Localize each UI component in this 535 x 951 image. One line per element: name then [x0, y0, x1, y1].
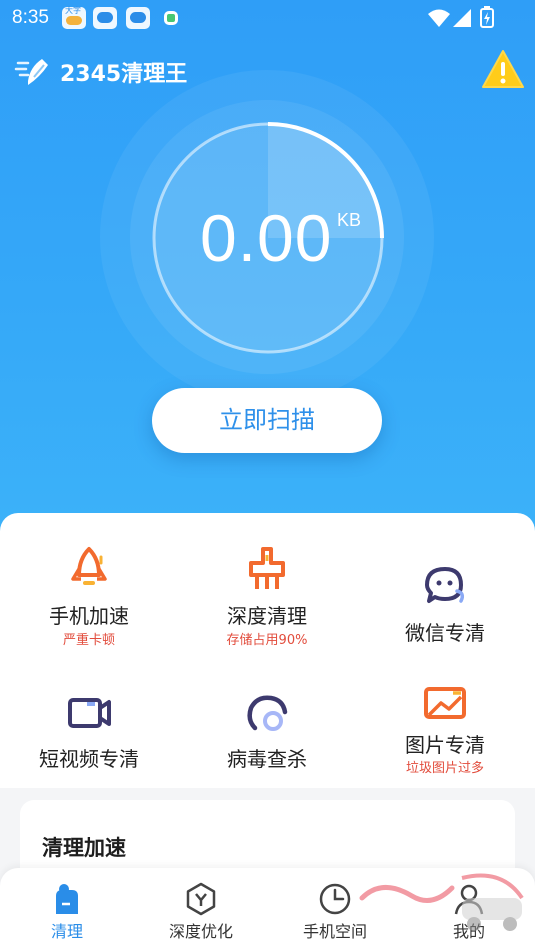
feature-short-video-clean[interactable]: 短视频专清	[0, 663, 178, 788]
tab-label: 深度优化	[168, 922, 233, 941]
cloud-app-icon	[93, 7, 117, 29]
feature-phone-speedup[interactable]: 手机加速 严重卡顿	[0, 513, 178, 663]
scan-now-button[interactable]: 立即扫描	[152, 388, 382, 453]
image-icon	[424, 687, 466, 719]
wifi-icon	[428, 9, 450, 27]
feature-image-clean[interactable]: 图片专清 垃圾图片过多	[356, 663, 534, 788]
scan-size-value: 0.00	[200, 201, 333, 275]
feature-virus-scan[interactable]: 病毒查杀	[178, 663, 356, 788]
feature-status: 严重卡顿	[62, 633, 115, 648]
wechat-icon	[425, 567, 465, 603]
section-title: 清理加速	[42, 836, 126, 860]
tab-deep-optimize[interactable]: 深度优化	[134, 880, 268, 946]
feature-name: 图片专清	[405, 733, 485, 757]
notification-icon	[164, 11, 178, 25]
feature-wechat-clean[interactable]: 微信专清	[356, 513, 534, 663]
broom-icon	[14, 59, 48, 85]
app-header: 2345清理王	[14, 54, 187, 90]
feature-name: 短视频专清	[39, 747, 139, 771]
weather-badge-text: 大字	[65, 6, 81, 15]
feature-status: 存储占用90%	[226, 633, 308, 648]
feature-deep-clean[interactable]: 深度清理 存储占用90%	[178, 513, 356, 663]
cloud-app-icon	[126, 7, 150, 29]
weather-icon: 大字	[62, 6, 86, 29]
video-icon	[68, 698, 111, 728]
virus-shield-icon	[247, 695, 288, 731]
feature-name: 手机加速	[49, 604, 129, 628]
clock-icon	[319, 883, 351, 915]
feature-panel: 手机加速 严重卡顿 深度清理 存储占用90% 微信专清 短视频专清 病毒查杀 图…	[0, 513, 535, 788]
scan-size-unit: KB	[337, 210, 362, 230]
rocket-icon	[71, 547, 107, 585]
signal-icon	[453, 9, 471, 27]
app-title: 2345清理王	[60, 62, 188, 87]
feature-status: 垃圾图片过多	[405, 761, 484, 776]
clean-icon	[56, 884, 78, 914]
broom-deep-icon	[249, 547, 285, 589]
battery-icon	[480, 6, 494, 28]
feature-name: 微信专清	[405, 621, 485, 645]
status-bar: 8:35 大字	[0, 0, 535, 36]
feature-name: 深度清理	[227, 604, 307, 628]
watermark-logo	[359, 873, 524, 931]
warning-icon[interactable]	[481, 48, 525, 90]
tab-label: 清理	[50, 922, 83, 941]
feature-name: 病毒查杀	[227, 747, 307, 771]
hero-section: 8:35 大字 2345清理王 0.00 KB 立即扫描	[0, 0, 535, 540]
hexagon-icon	[186, 882, 216, 916]
status-time: 8:35	[12, 7, 49, 28]
tab-clean[interactable]: 清理	[0, 880, 134, 946]
